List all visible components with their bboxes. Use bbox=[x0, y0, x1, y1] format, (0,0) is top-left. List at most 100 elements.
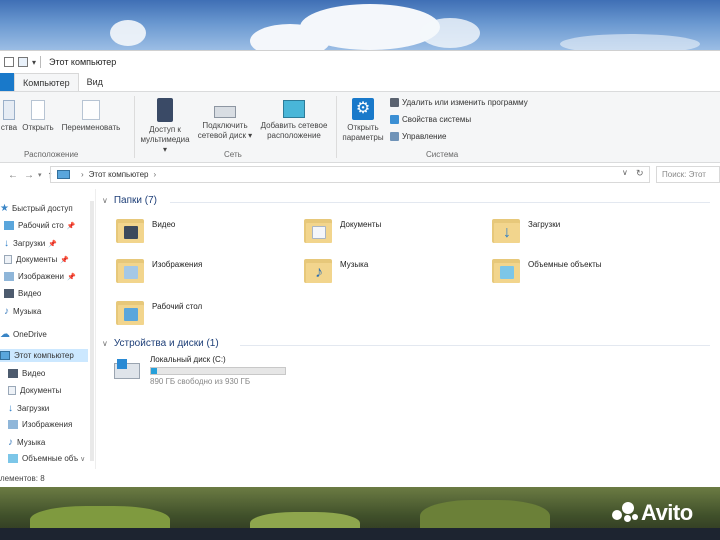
disk-usage-bar bbox=[150, 367, 286, 375]
explorer-window: ▾ Этот компьютер Компьютер Вид ства Откр… bbox=[0, 50, 720, 487]
ribbon-tabs: Компьютер Вид bbox=[0, 73, 720, 91]
sidebar-item-documents[interactable]: Документы 📌 bbox=[4, 255, 69, 264]
back-arrow-icon[interactable]: ← bbox=[8, 170, 18, 181]
sidebar-item-videos[interactable]: Видео bbox=[4, 289, 41, 298]
map-network-drive-button[interactable]: Подключить сетевой диск ▾ bbox=[196, 98, 254, 141]
open-button[interactable]: Открыть bbox=[20, 100, 56, 133]
pin-icon[interactable]: 📌 bbox=[67, 222, 76, 230]
tab-computer[interactable]: Компьютер bbox=[14, 73, 79, 91]
pictures-icon bbox=[4, 272, 14, 281]
title-bar: ▾ Этот компьютер bbox=[0, 51, 720, 73]
pictures-folder-icon bbox=[116, 257, 146, 285]
drive-icon bbox=[114, 359, 142, 381]
pin-icon[interactable]: 📌 bbox=[48, 240, 57, 248]
new-folder-icon[interactable] bbox=[18, 57, 28, 67]
cloud-icon: ☁ bbox=[0, 329, 10, 340]
taskbar bbox=[0, 528, 720, 540]
sidebar-item-quick-access[interactable]: ★ Быстрый доступ bbox=[0, 203, 73, 214]
tab-file[interactable] bbox=[0, 73, 14, 91]
properties-button[interactable]: ства bbox=[0, 100, 18, 133]
group-label-network: Сеть bbox=[224, 150, 242, 159]
3d-objects-icon bbox=[8, 454, 18, 463]
ribbon: ства Открыть Переименовать Расположение … bbox=[0, 91, 720, 163]
window-title: Этот компьютер bbox=[49, 57, 117, 67]
documents-icon bbox=[8, 386, 16, 395]
address-dropdown-icon[interactable]: ∨ bbox=[622, 168, 628, 177]
local-disk-c[interactable]: Локальный диск (C:) 890 ГБ свободно из 9… bbox=[114, 355, 286, 386]
sidebar-item-pc-videos[interactable]: Видео bbox=[8, 369, 45, 378]
pin-icon[interactable]: 📌 bbox=[60, 256, 69, 264]
manage-button[interactable]: Управление bbox=[390, 132, 446, 141]
download-arrow-icon: ↓ bbox=[8, 403, 13, 414]
pin-icon[interactable]: 📌 bbox=[67, 273, 76, 281]
gear-icon: ⚙ bbox=[352, 98, 374, 120]
status-bar: лементов: 8 bbox=[0, 471, 720, 487]
download-arrow-icon: ↓ bbox=[4, 238, 9, 249]
video-icon bbox=[4, 289, 14, 298]
network-location-icon bbox=[283, 100, 305, 118]
sidebar-item-desktop[interactable]: Рабочий сто 📌 bbox=[4, 221, 75, 230]
folder-3d-objects[interactable]: Объемные объекты bbox=[492, 257, 602, 285]
rename-button[interactable]: Переименовать bbox=[58, 100, 124, 133]
sidebar-item-pictures[interactable]: Изображени 📌 bbox=[4, 272, 76, 281]
chevron-down-icon[interactable]: ∨ bbox=[80, 455, 85, 463]
programs-icon bbox=[390, 98, 399, 107]
media-server-icon bbox=[157, 98, 173, 122]
add-network-location-button[interactable]: Добавить сетевое расположение bbox=[256, 98, 332, 141]
music-note-icon: ♪ bbox=[4, 306, 9, 317]
open-settings-button[interactable]: ⚙ Открыть параметры bbox=[340, 98, 386, 143]
avito-logo-icon bbox=[612, 502, 638, 524]
folder-music[interactable]: ♪ Музыка bbox=[304, 257, 368, 285]
folder-documents[interactable]: Документы bbox=[304, 217, 381, 245]
chevron-right-icon[interactable]: › bbox=[154, 170, 157, 179]
sidebar-item-pc-documents[interactable]: Документы bbox=[8, 386, 61, 395]
sidebar-item-pc-downloads[interactable]: ↓ Загрузки bbox=[8, 403, 49, 414]
folders-section-header[interactable]: ∨ Папки (7) bbox=[102, 195, 157, 206]
quick-access-properties-icon[interactable] bbox=[4, 57, 14, 67]
sidebar-item-pc-3d-objects[interactable]: Объемные объ ∨ bbox=[8, 454, 85, 463]
documents-folder-icon bbox=[304, 217, 334, 245]
disk-usage-fill bbox=[151, 368, 157, 374]
pictures-icon bbox=[8, 420, 18, 429]
nav-scrollbar[interactable] bbox=[90, 201, 94, 461]
breadcrumb-this-pc[interactable]: Этот компьютер bbox=[89, 170, 149, 179]
sidebar-item-pc-music[interactable]: ♪ Музыка bbox=[8, 437, 45, 448]
music-note-icon: ♪ bbox=[8, 437, 13, 448]
videos-folder-icon bbox=[116, 217, 146, 245]
sidebar-item-downloads[interactable]: ↓ Загрузки 📌 bbox=[4, 238, 57, 249]
uninstall-program-button[interactable]: Удалить или изменить программу bbox=[390, 98, 528, 107]
chevron-down-icon[interactable]: ∨ bbox=[102, 196, 108, 205]
group-label-location: Расположение bbox=[24, 150, 79, 159]
sidebar-item-pc-pictures[interactable]: Изображения bbox=[8, 420, 72, 429]
recent-dropdown-icon[interactable]: ▾ bbox=[38, 171, 42, 179]
computer-icon bbox=[0, 351, 10, 360]
folder-desktop[interactable]: Рабочий стол bbox=[116, 299, 202, 327]
folder-pictures[interactable]: Изображения bbox=[116, 257, 202, 285]
media-access-button[interactable]: Доступ к мультимедиа ▾ bbox=[138, 98, 192, 155]
system-properties-icon bbox=[390, 115, 399, 124]
qat-dropdown-icon[interactable]: ▾ bbox=[32, 58, 36, 67]
system-properties-button[interactable]: Свойства системы bbox=[390, 115, 471, 124]
address-bar-row: ← → ▾ ↑ › Этот компьютер › ∨ ↻ Поиск: Эт… bbox=[0, 165, 720, 185]
open-icon bbox=[31, 100, 45, 120]
chevron-down-icon[interactable]: ∨ bbox=[102, 339, 108, 348]
tab-view[interactable]: Вид bbox=[79, 73, 111, 91]
devices-section-header[interactable]: ∨ Устройства и диски (1) bbox=[102, 338, 219, 349]
search-input[interactable]: Поиск: Этот bbox=[656, 166, 720, 183]
forward-arrow-icon[interactable]: → bbox=[24, 170, 34, 181]
star-icon: ★ bbox=[0, 203, 9, 214]
folder-videos[interactable]: Видео bbox=[116, 217, 175, 245]
refresh-icon[interactable]: ↻ bbox=[636, 168, 644, 179]
3d-objects-folder-icon bbox=[492, 257, 522, 285]
avito-text: Avito bbox=[641, 500, 693, 525]
manage-icon bbox=[390, 132, 399, 141]
chevron-right-icon[interactable]: › bbox=[81, 170, 84, 179]
this-pc-icon bbox=[57, 170, 70, 179]
desktop-icon bbox=[4, 221, 14, 230]
address-input[interactable]: › Этот компьютер › bbox=[50, 166, 650, 183]
folder-downloads[interactable]: ↓ Загрузки bbox=[492, 217, 560, 245]
sidebar-item-music[interactable]: ♪ Музыка bbox=[4, 306, 41, 317]
sidebar-item-onedrive[interactable]: ☁ OneDrive bbox=[0, 329, 47, 340]
sidebar-item-this-pc[interactable]: Этот компьютер bbox=[0, 349, 88, 362]
downloads-folder-icon: ↓ bbox=[492, 217, 522, 245]
